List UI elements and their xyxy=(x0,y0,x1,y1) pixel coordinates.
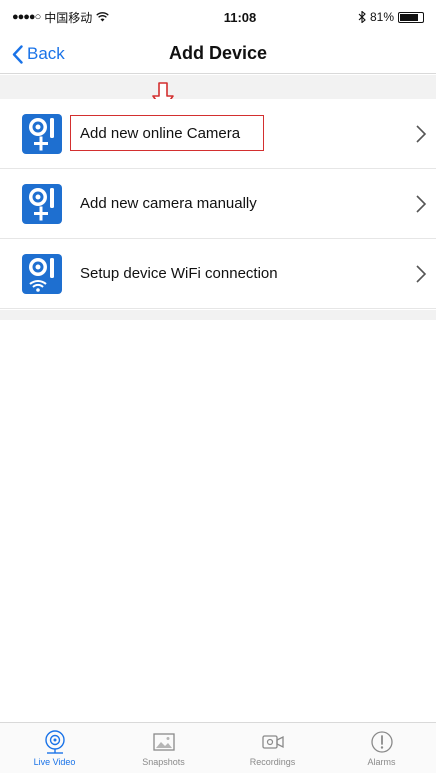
tab-label: Alarms xyxy=(367,757,396,767)
battery-fill xyxy=(400,13,418,21)
status-right: 81% xyxy=(358,10,424,24)
device-options-list: Add new online Camera Add new camera man… xyxy=(0,99,436,309)
recordings-icon xyxy=(261,735,284,749)
setup-wifi-row[interactable]: Setup device WiFi connection xyxy=(0,239,436,309)
tab-label: Recordings xyxy=(249,757,296,767)
wifi-icon xyxy=(96,12,110,22)
page-title: Add Device xyxy=(168,43,268,63)
navigation-bar: Back Add Device xyxy=(0,34,436,74)
signal-icon: ●●●●○ xyxy=(12,11,41,23)
back-label: Back xyxy=(27,44,65,63)
tab-label: Live Video xyxy=(33,757,76,767)
chevron-left-icon xyxy=(12,44,23,64)
camera-wifi-icon xyxy=(22,253,62,294)
tab-bar: Live Video Snapshots Recordings Alarms xyxy=(0,722,436,773)
add-online-camera-row[interactable]: Add new online Camera xyxy=(0,99,436,169)
battery-icon xyxy=(398,11,424,23)
row-label: Add new camera manually xyxy=(80,195,257,212)
camera-add-icon xyxy=(22,113,62,154)
list-footer-separator xyxy=(0,310,436,320)
bluetooth-icon xyxy=(358,11,366,23)
back-button[interactable]: Back xyxy=(12,34,65,74)
chevron-right-icon xyxy=(416,194,427,213)
chevron-right-icon xyxy=(416,264,427,283)
row-label: Setup device WiFi connection xyxy=(80,265,278,282)
camera-add-icon xyxy=(22,183,62,224)
section-separator xyxy=(0,75,436,99)
alarms-icon xyxy=(370,731,393,753)
highlight-box xyxy=(70,115,264,151)
tab-alarms[interactable]: Alarms xyxy=(327,723,436,773)
tab-label: Snapshots xyxy=(142,757,185,767)
tab-live-video[interactable]: Live Video xyxy=(0,723,109,773)
add-camera-manually-row[interactable]: Add new camera manually xyxy=(0,169,436,239)
status-left: ●●●●○ 中国移动 xyxy=(12,9,162,26)
tab-recordings[interactable]: Recordings xyxy=(218,723,327,773)
snapshots-icon xyxy=(152,733,175,751)
status-time: 11:08 xyxy=(223,9,257,25)
battery-percent: 81% xyxy=(369,10,394,24)
chevron-right-icon xyxy=(416,124,427,143)
live-video-icon xyxy=(44,730,65,754)
tab-snapshots[interactable]: Snapshots xyxy=(109,723,218,773)
carrier-label: 中国移动 xyxy=(44,10,93,25)
status-bar: ●●●●○ 中国移动 11:08 81% xyxy=(0,0,436,34)
